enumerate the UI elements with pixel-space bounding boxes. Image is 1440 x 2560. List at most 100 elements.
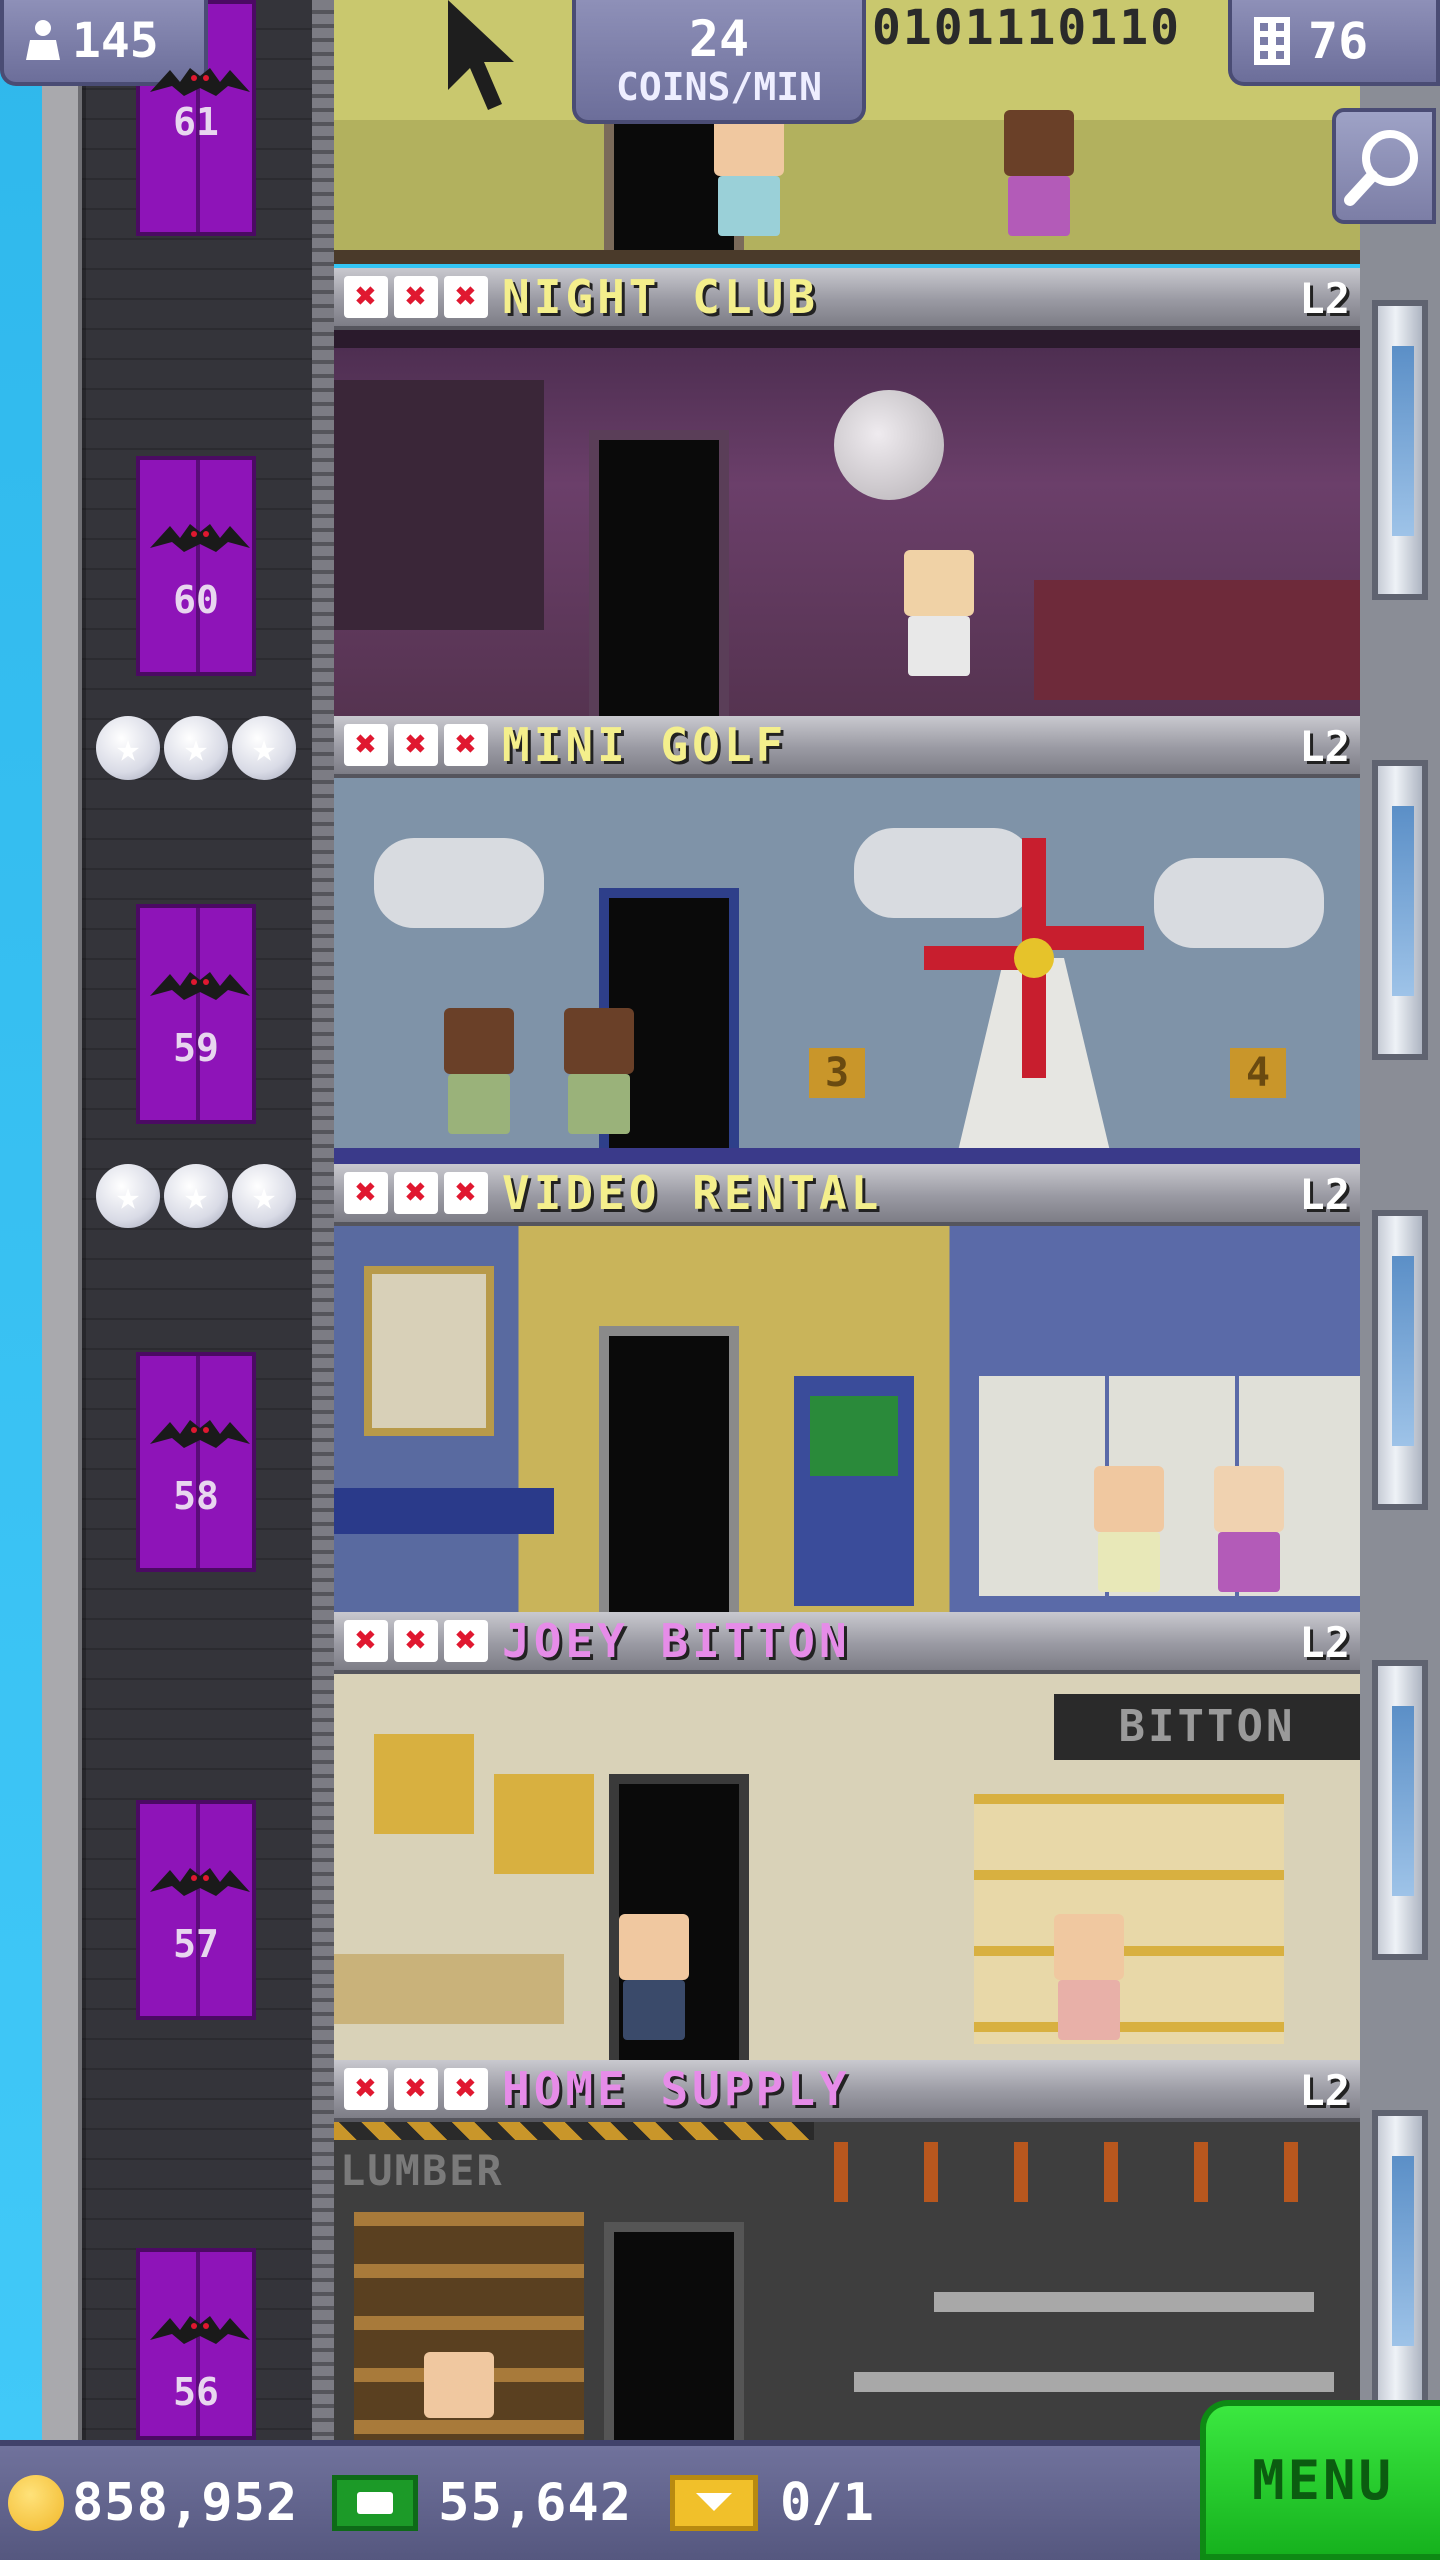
building-icon xyxy=(1254,17,1290,65)
floor-star-rating: ★ ★ ★ xyxy=(96,716,306,786)
room-name: VIDEO RENTAL xyxy=(502,1166,883,1220)
elevator-car[interactable]: 57 xyxy=(136,1800,256,2020)
tower-resident[interactable] xyxy=(904,550,974,676)
x-icon: ✖ xyxy=(444,724,488,766)
wall-frame xyxy=(374,1734,474,1834)
rental-counter xyxy=(334,1488,554,1534)
window xyxy=(1372,1210,1428,1510)
x-icon: ✖ xyxy=(344,1172,388,1214)
floor-home-supply[interactable]: ✖ ✖ ✖ HOME SUPPLY L2 LUMBER xyxy=(334,2060,1360,2440)
store-sign: BITTON xyxy=(1054,1694,1360,1760)
tower-resident[interactable] xyxy=(714,110,784,236)
bux-display[interactable]: 55,642 xyxy=(332,2473,632,2533)
coins-per-min-value: 24 xyxy=(688,10,750,68)
stock-indicators: ✖ ✖ ✖ xyxy=(344,2068,488,2110)
window xyxy=(1372,1660,1428,1960)
room-level: L2 xyxy=(1299,2066,1350,2115)
star-icon: ★ xyxy=(96,716,160,780)
x-icon: ✖ xyxy=(394,1620,438,1662)
x-icon: ✖ xyxy=(444,276,488,318)
tower-resident[interactable] xyxy=(564,1008,634,1134)
star-icon: ★ xyxy=(232,716,296,780)
coins-value: 858,952 xyxy=(72,2473,299,2533)
elevator-car[interactable]: 60 xyxy=(136,456,256,676)
window xyxy=(1372,760,1428,1060)
x-icon: ✖ xyxy=(444,2068,488,2110)
tower-resident[interactable] xyxy=(1094,1466,1164,1592)
stock-indicators: ✖ ✖ ✖ xyxy=(344,276,488,318)
cloud-decoration xyxy=(374,838,544,928)
elevator-floor-number: 58 xyxy=(173,1474,219,1518)
elevator-rail xyxy=(312,0,334,2440)
tower-resident[interactable] xyxy=(424,2352,494,2418)
lumber-sign: LUMBER xyxy=(340,2146,504,2195)
room-interior: 3 4 xyxy=(334,778,1360,1178)
floor-banner[interactable]: ✖ ✖ ✖ VIDEO RENTAL L2 xyxy=(334,1164,1360,1226)
floor-joey-bitton[interactable]: ✖ ✖ ✖ JOEY BITTON L2 BITTON xyxy=(334,1612,1360,2074)
elevator-car[interactable]: 58 xyxy=(136,1352,256,1572)
tool-shelf xyxy=(934,2292,1314,2312)
magnifier-icon xyxy=(1344,130,1418,206)
room-name: JOEY BITTON xyxy=(502,1614,851,1668)
floor-mini-golf[interactable]: ✖ ✖ ✖ MINI GOLF L2 3 4 xyxy=(334,716,1360,1178)
x-icon: ✖ xyxy=(394,2068,438,2110)
star-icon: ★ xyxy=(164,716,228,780)
ticket-icon xyxy=(670,2475,758,2531)
elevator-car[interactable]: 59 xyxy=(136,904,256,1124)
room-level: L2 xyxy=(1299,1170,1350,1219)
tower-edge xyxy=(42,0,82,2440)
bat-icon xyxy=(150,524,250,552)
arcade-cabinet xyxy=(794,1376,914,1606)
hole-sign: 4 xyxy=(1230,1048,1286,1098)
right-wall xyxy=(1360,0,1440,2440)
display-counter xyxy=(334,1954,564,2024)
coins-per-minute[interactable]: 24 COINS/MIN xyxy=(572,0,866,124)
tower-resident[interactable] xyxy=(619,1914,689,2040)
population-value: 145 xyxy=(72,13,159,69)
bat-icon xyxy=(150,2316,250,2344)
window xyxy=(1372,2110,1428,2410)
room-level: L2 xyxy=(1299,274,1350,323)
room-level: L2 xyxy=(1299,1618,1350,1667)
floor-night-club[interactable]: ✖ ✖ ✖ NIGHT CLUB L2 xyxy=(334,268,1360,730)
handbag-shelves xyxy=(974,1794,1284,2044)
x-icon: ✖ xyxy=(444,1172,488,1214)
bat-icon xyxy=(150,1420,250,1448)
coin-icon xyxy=(8,2475,64,2531)
bar-shelf xyxy=(334,380,544,630)
window xyxy=(1372,300,1428,600)
coins-display[interactable]: 858,952 xyxy=(8,2473,298,2533)
floor-banner[interactable]: ✖ ✖ ✖ MINI GOLF L2 xyxy=(334,716,1360,778)
elevator-car[interactable]: 56 xyxy=(136,2248,256,2440)
floors-counter[interactable]: 76 xyxy=(1228,0,1440,86)
tower-resident[interactable] xyxy=(1054,1914,1124,2040)
x-icon: ✖ xyxy=(394,724,438,766)
windmill-obstacle xyxy=(924,838,1144,1164)
floor-video-rental[interactable]: ✖ ✖ ✖ VIDEO RENTAL L2 xyxy=(334,1164,1360,1626)
floor-banner[interactable]: ✖ ✖ ✖ JOEY BITTON L2 xyxy=(334,1612,1360,1674)
room-name: NIGHT CLUB xyxy=(502,270,819,324)
sky xyxy=(0,0,42,2440)
room-interior: BITTON xyxy=(334,1674,1360,2074)
tower-resident[interactable] xyxy=(444,1008,514,1134)
bat-icon xyxy=(150,972,250,1000)
floor-banner[interactable]: ✖ ✖ ✖ NIGHT CLUB L2 xyxy=(334,268,1360,330)
x-icon: ✖ xyxy=(444,1620,488,1662)
search-floor-button[interactable] xyxy=(1332,108,1436,224)
room-interior: LUMBER xyxy=(334,2122,1360,2440)
star-icon: ★ xyxy=(96,1164,160,1228)
room-name: HOME SUPPLY xyxy=(502,2062,851,2116)
tower-resident[interactable] xyxy=(1004,110,1074,236)
floor-banner[interactable]: ✖ ✖ ✖ HOME SUPPLY L2 xyxy=(334,2060,1360,2122)
door xyxy=(599,1326,739,1612)
coins-per-min-label: COINS/MIN xyxy=(616,65,822,109)
tickets-display[interactable]: 0/1 xyxy=(670,2473,874,2533)
star-icon: ★ xyxy=(232,1164,296,1228)
elevator-floor-number: 61 xyxy=(173,100,219,144)
x-icon: ✖ xyxy=(344,724,388,766)
menu-button[interactable]: MENU xyxy=(1200,2400,1440,2560)
tower-resident[interactable] xyxy=(1214,1466,1284,1592)
hole-sign: 3 xyxy=(809,1048,865,1098)
room-level: L2 xyxy=(1299,722,1350,771)
room-name: MINI GOLF xyxy=(502,718,788,772)
